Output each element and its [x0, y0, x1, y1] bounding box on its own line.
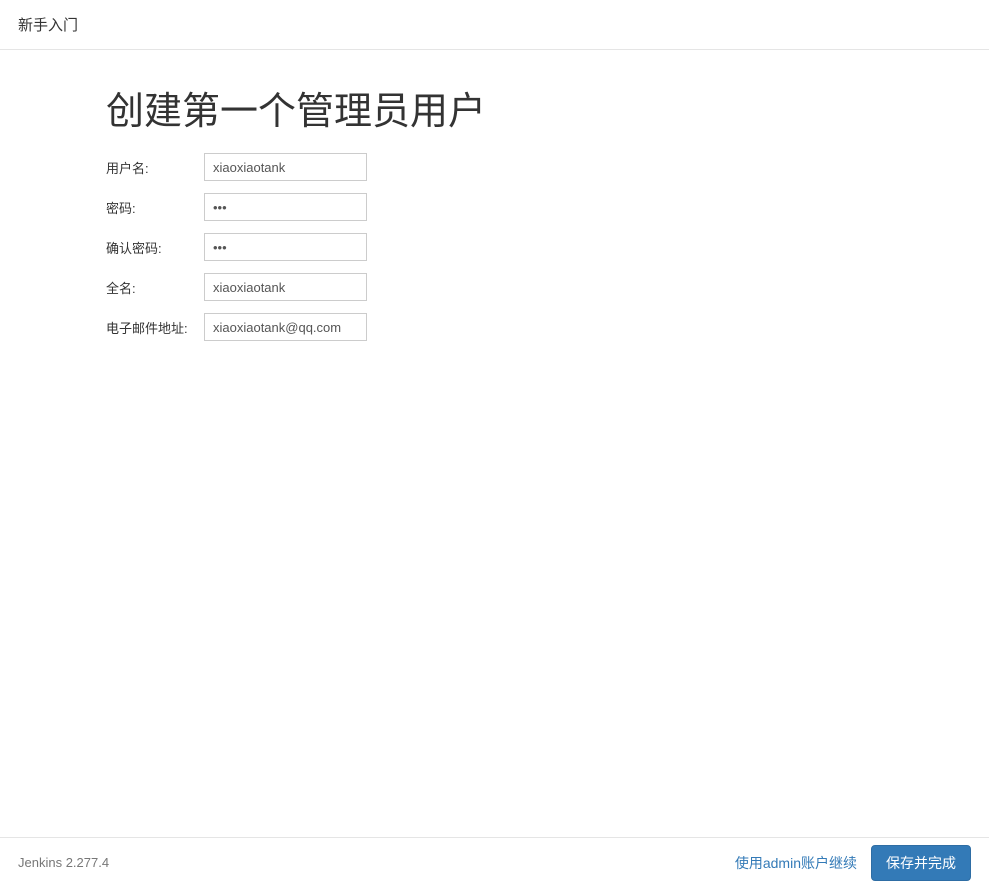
form-row-confirm-password: 确认密码:: [106, 233, 989, 261]
password-input[interactable]: [204, 193, 367, 221]
form-row-username: 用户名:: [106, 153, 989, 181]
username-input[interactable]: [204, 153, 367, 181]
footer-actions: 使用admin账户继续 保存并完成: [735, 845, 971, 881]
confirm-password-label: 确认密码:: [106, 238, 204, 257]
fullname-label: 全名:: [106, 278, 204, 297]
continue-as-admin-link[interactable]: 使用admin账户继续: [735, 853, 857, 873]
footer-version: Jenkins 2.277.4: [18, 855, 109, 870]
username-label: 用户名:: [106, 158, 204, 177]
header: 新手入门: [0, 0, 989, 50]
page-title: 创建第一个管理员用户: [106, 80, 989, 135]
password-label: 密码:: [106, 198, 204, 217]
form-row-fullname: 全名:: [106, 273, 989, 301]
confirm-password-input[interactable]: [204, 233, 367, 261]
email-label: 电子邮件地址:: [106, 318, 204, 337]
header-title: 新手入门: [18, 17, 78, 34]
main-content: 创建第一个管理员用户 用户名: 密码: 确认密码: 全名: 电子邮件地址:: [0, 50, 989, 341]
save-and-finish-button[interactable]: 保存并完成: [871, 845, 971, 881]
email-input[interactable]: [204, 313, 367, 341]
fullname-input[interactable]: [204, 273, 367, 301]
footer: Jenkins 2.277.4 使用admin账户继续 保存并完成: [0, 837, 989, 887]
form-row-email: 电子邮件地址:: [106, 313, 989, 341]
form-row-password: 密码:: [106, 193, 989, 221]
